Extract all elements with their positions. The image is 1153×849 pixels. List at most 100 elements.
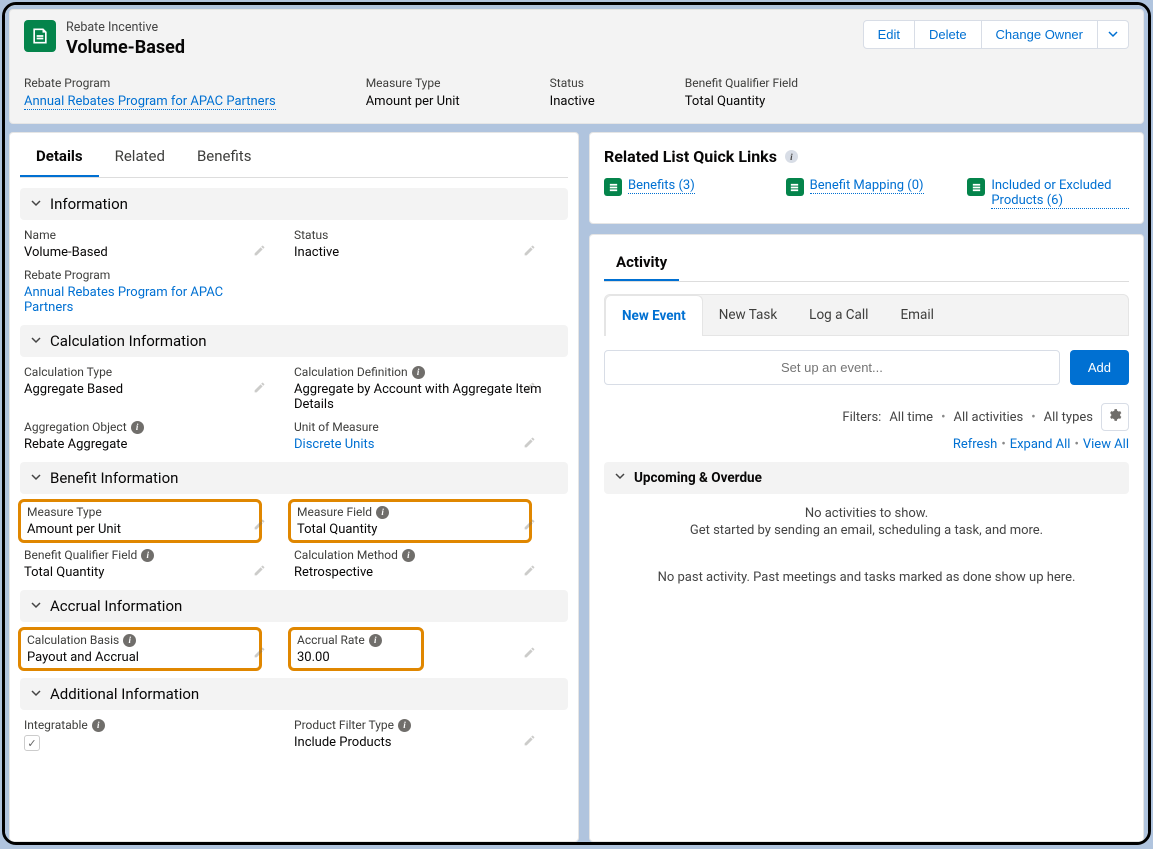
empty-subtitle: Get started by sending an email, schedul… (604, 523, 1129, 538)
upcoming-section[interactable]: Upcoming & Overdue (604, 462, 1129, 494)
section-calculation[interactable]: Calculation Information (20, 325, 568, 357)
edit-uom-icon[interactable] (523, 436, 536, 453)
change-owner-button[interactable]: Change Owner (982, 20, 1098, 49)
activity-card: Activity New Event New Task Log a Call E… (589, 234, 1144, 842)
edit-accrual-rate-icon[interactable] (523, 646, 536, 663)
delete-button[interactable]: Delete (915, 20, 982, 49)
edit-calc-basis-icon[interactable] (253, 646, 266, 663)
header-actions: Edit Delete Change Owner (863, 20, 1129, 49)
view-all-link[interactable]: View All (1083, 437, 1129, 452)
subtab-email[interactable]: Email (884, 295, 949, 335)
tab-benefits[interactable]: Benefits (181, 137, 268, 177)
edit-button[interactable]: Edit (863, 20, 915, 49)
rebate-program-label: Rebate Program (24, 268, 274, 282)
main-tabs: Details Related Benefits (20, 137, 568, 178)
hf-status-value: Inactive (550, 94, 595, 109)
status-value: Inactive (294, 245, 544, 260)
product-filter-label: Product Filter Type i (294, 718, 544, 732)
record-name: Volume-Based (66, 37, 185, 58)
activity-subtabs: New Event New Task Log a Call Email (604, 294, 1129, 336)
section-information[interactable]: Information (20, 188, 568, 220)
section-accrual[interactable]: Accrual Information (20, 590, 568, 622)
hf-measure-type-label: Measure Type (366, 76, 460, 90)
subtab-new-task[interactable]: New Task (703, 295, 793, 335)
info-icon[interactable]: i (402, 549, 415, 562)
integratable-checkbox: ✓ (24, 735, 40, 751)
measure-type-label: Measure Type (27, 505, 253, 519)
ql-products-link[interactable]: Included or Excluded Products (6) (991, 178, 1129, 209)
entity-icon (24, 20, 56, 52)
info-icon[interactable]: i (123, 634, 136, 647)
subtab-log-call[interactable]: Log a Call (793, 295, 884, 335)
edit-product-filter-icon[interactable] (523, 734, 536, 751)
calc-method-value: Retrospective (294, 565, 544, 580)
benefits-icon (604, 178, 622, 196)
info-icon[interactable]: i (398, 719, 411, 732)
details-panel: Details Related Benefits Information Nam… (9, 132, 579, 842)
hf-measure-type-value: Amount per Unit (366, 94, 460, 109)
agg-obj-label: Aggregation Object i (24, 420, 274, 434)
measure-field-label: Measure Field i (297, 505, 523, 519)
edit-benefit-qual-icon[interactable] (253, 564, 266, 581)
edit-name-icon[interactable] (253, 244, 266, 261)
edit-measure-field-icon[interactable] (523, 518, 536, 535)
filter-settings-button[interactable] (1101, 403, 1129, 431)
edit-status-icon[interactable] (523, 244, 536, 261)
name-value: Volume-Based (24, 245, 274, 260)
benefit-qual-label: Benefit Qualifier Field i (24, 548, 274, 562)
integratable-label: Integratable i (24, 718, 274, 732)
chevron-down-icon (30, 195, 42, 213)
expand-all-link[interactable]: Expand All (1010, 437, 1071, 452)
products-icon (967, 178, 985, 196)
info-icon[interactable]: i (141, 549, 154, 562)
edit-calc-method-icon[interactable] (523, 564, 536, 581)
filters-prefix: Filters: (842, 410, 881, 425)
section-benefit[interactable]: Benefit Information (20, 462, 568, 494)
section-accrual-title: Accrual Information (50, 597, 182, 615)
more-actions-button[interactable] (1098, 20, 1129, 49)
tab-related[interactable]: Related (99, 137, 181, 177)
name-label: Name (24, 228, 274, 242)
tab-details[interactable]: Details (20, 137, 99, 177)
past-msg: No past activity. Past meetings and task… (604, 570, 1129, 585)
filter-time: All time (889, 410, 933, 425)
record-header: Rebate Incentive Volume-Based Edit Delet… (9, 9, 1144, 124)
empty-title: No activities to show. (604, 506, 1129, 521)
hf-rebate-program-link[interactable]: Annual Rebates Program for APAC Partners (24, 94, 276, 110)
caret-down-icon (1108, 29, 1118, 39)
section-additional-title: Additional Information (50, 685, 199, 703)
chevron-down-icon (614, 470, 626, 486)
edit-calc-def-icon[interactable] (523, 381, 536, 398)
info-icon[interactable]: i (412, 366, 425, 379)
section-calculation-title: Calculation Information (50, 332, 207, 350)
chevron-down-icon (30, 469, 42, 487)
info-icon[interactable]: i (376, 506, 389, 519)
edit-measure-type-icon[interactable] (253, 518, 266, 535)
info-icon[interactable]: i (369, 634, 382, 647)
subtab-new-event[interactable]: New Event (605, 295, 703, 336)
event-input[interactable] (604, 350, 1060, 385)
rebate-program-value[interactable]: Annual Rebates Program for APAC Partners (24, 285, 274, 315)
activity-tab[interactable]: Activity (604, 245, 679, 281)
calc-type-value: Aggregate Based (24, 382, 274, 397)
ql-benefits-link[interactable]: Benefits (3) (628, 178, 695, 194)
chevron-down-icon (30, 685, 42, 703)
section-additional[interactable]: Additional Information (20, 678, 568, 710)
gear-icon (1108, 408, 1122, 422)
quick-links-card: Related List Quick Links i Benefits (3) … (589, 132, 1144, 224)
calc-basis-label: Calculation Basis i (27, 633, 253, 647)
object-label: Rebate Incentive (66, 20, 185, 35)
accrual-rate-value: 30.00 (297, 650, 415, 665)
status-label: Status (294, 228, 544, 242)
info-icon[interactable]: i (131, 421, 144, 434)
agg-obj-value: Rebate Aggregate (24, 437, 274, 452)
edit-calc-type-icon[interactable] (253, 381, 266, 398)
info-icon[interactable]: i (92, 719, 105, 732)
ql-mapping-link[interactable]: Benefit Mapping (0) (810, 178, 924, 194)
chevron-down-icon (30, 597, 42, 615)
calc-basis-value: Payout and Accrual (27, 650, 253, 665)
refresh-link[interactable]: Refresh (953, 437, 997, 452)
uom-value[interactable]: Discrete Units (294, 437, 544, 452)
add-button[interactable]: Add (1070, 350, 1129, 385)
info-icon[interactable]: i (785, 150, 798, 163)
